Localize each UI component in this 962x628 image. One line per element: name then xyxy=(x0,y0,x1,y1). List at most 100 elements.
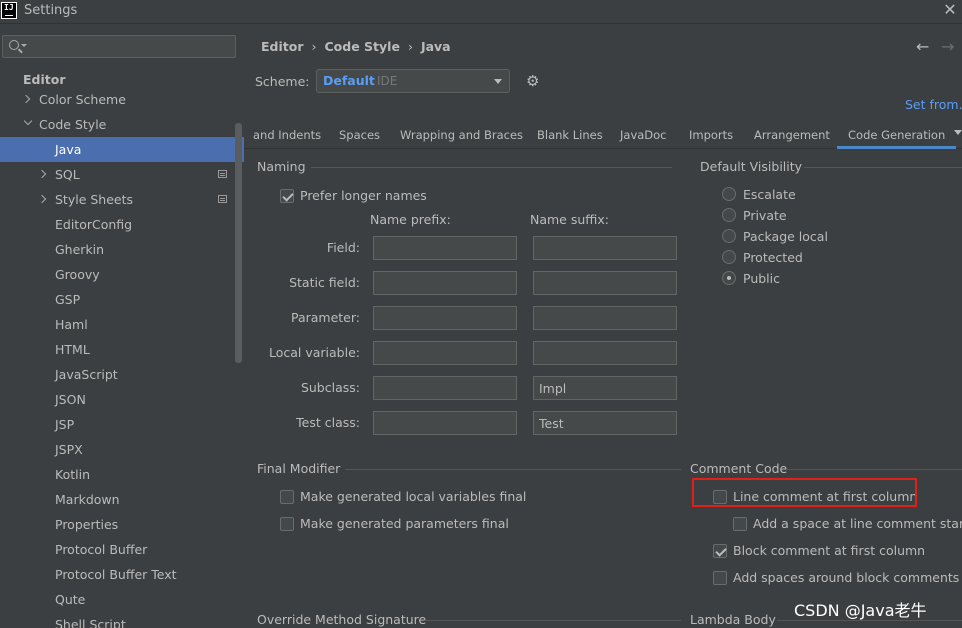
window-title: Settings xyxy=(24,3,78,18)
gear-icon[interactable]: ⚙ xyxy=(526,73,542,89)
visibility-package-local-radio[interactable] xyxy=(722,229,736,243)
tree-item-label: Shell Script xyxy=(55,617,126,628)
back-arrow-icon[interactable]: ← xyxy=(916,37,929,56)
tabs-overflow-icon[interactable] xyxy=(954,130,962,135)
tree-item-protocol-buffer-text[interactable]: Protocol Buffer Text xyxy=(0,562,244,587)
field-suffix-input[interactable] xyxy=(533,236,677,260)
tree-item-java[interactable]: Java xyxy=(0,137,244,162)
add-spaces-block-comments-checkbox[interactable] xyxy=(713,571,727,585)
tree-item-groovy[interactable]: Groovy xyxy=(0,262,244,287)
visibility-escalate-label: Escalate xyxy=(743,187,796,202)
annotation-highlight-box xyxy=(692,478,917,507)
project-scope-icon xyxy=(218,170,227,178)
subclass-label: Subclass: xyxy=(300,380,360,395)
chevron-right-icon[interactable] xyxy=(21,94,31,104)
tab-wrapping-and-braces[interactable]: Wrapping and Braces xyxy=(389,123,534,149)
tree-item-gherkin[interactable]: Gherkin xyxy=(0,237,244,262)
add-spaces-block-comments-label: Add spaces around block comments xyxy=(733,570,960,585)
static-field-prefix-input[interactable] xyxy=(373,271,517,295)
scheme-value: Default xyxy=(323,73,375,88)
breadcrumb-editor[interactable]: Editor xyxy=(261,39,304,54)
parameter-prefix-input[interactable] xyxy=(373,306,517,330)
tree-item-haml[interactable]: Haml xyxy=(0,312,244,337)
section-divider xyxy=(786,469,962,470)
tree-item-style-sheets[interactable]: Style Sheets xyxy=(0,187,244,212)
tree-item-label: EditorConfig xyxy=(55,217,133,232)
tree-item-sql[interactable]: SQL xyxy=(0,162,244,187)
visibility-escalate-radio[interactable] xyxy=(722,187,736,201)
tree-item-json[interactable]: JSON xyxy=(0,387,244,412)
visibility-protected-label: Protected xyxy=(743,250,803,265)
tab-spaces[interactable]: Spaces xyxy=(328,123,391,149)
chevron-down-icon xyxy=(494,79,502,84)
prefer-longer-names-label: Prefer longer names xyxy=(300,188,427,203)
tree-item-jsp[interactable]: JSP xyxy=(0,412,244,437)
tab-code-generation[interactable]: Code Generation xyxy=(837,123,957,149)
chevron-right-icon[interactable] xyxy=(37,169,47,179)
local-vars-final-checkbox[interactable] xyxy=(280,490,294,504)
tree-item-shell-script[interactable]: Shell Script xyxy=(0,612,244,628)
tree-item-protocol-buffer[interactable]: Protocol Buffer xyxy=(0,537,244,562)
chevron-right-icon[interactable] xyxy=(37,194,47,204)
local-variable-suffix-input[interactable] xyxy=(533,341,677,365)
sidebar-scrollbar[interactable] xyxy=(235,123,242,363)
tree-item-markdown[interactable]: Markdown xyxy=(0,487,244,512)
block-comment-first-column-checkbox[interactable] xyxy=(713,544,727,558)
tree-item-label: SQL xyxy=(55,167,80,182)
visibility-public-radio[interactable] xyxy=(722,271,736,285)
prefer-longer-names-checkbox[interactable] xyxy=(280,189,294,203)
tree-item-jspx[interactable]: JSPX xyxy=(0,437,244,462)
tree-item-kotlin[interactable]: Kotlin xyxy=(0,462,244,487)
tree-item-html[interactable]: HTML xyxy=(0,337,244,362)
tree-item-qute[interactable]: Qute xyxy=(0,587,244,612)
breadcrumb-java: Java xyxy=(420,39,451,54)
tree-item-label: Style Sheets xyxy=(55,192,134,207)
tree-item-color-scheme[interactable]: Color Scheme xyxy=(0,87,244,112)
block-comment-first-column-label: Block comment at first column xyxy=(733,543,926,558)
test-class-prefix-input[interactable] xyxy=(373,411,517,435)
tab-imports[interactable]: Imports xyxy=(678,123,744,149)
tab-blank-lines[interactable]: Blank Lines xyxy=(526,123,614,149)
breadcrumb-code-style[interactable]: Code Style xyxy=(325,39,400,54)
visibility-protected-radio[interactable] xyxy=(722,250,736,264)
tree-item-label: HTML xyxy=(55,342,90,357)
override-method-signature-title: Override Method Signature xyxy=(257,612,427,627)
visibility-public-label: Public xyxy=(743,271,780,286)
field-prefix-input[interactable] xyxy=(373,236,517,260)
tree-item-properties[interactable]: Properties xyxy=(0,512,244,537)
section-divider xyxy=(424,620,681,621)
tree-item-javascript[interactable]: JavaScript xyxy=(0,362,244,387)
close-icon[interactable]: ✕ xyxy=(942,0,958,20)
tree-item-label: Groovy xyxy=(55,267,100,282)
tree-item-editorconfig[interactable]: EditorConfig xyxy=(0,212,244,237)
add-space-line-comment-label: Add a space at line comment start xyxy=(753,516,962,531)
params-final-checkbox[interactable] xyxy=(280,517,294,531)
test-class-suffix-input[interactable] xyxy=(533,411,677,435)
breadcrumb-separator: › xyxy=(407,39,413,54)
set-from-link[interactable]: Set from... xyxy=(905,97,962,112)
tree-item-label: JSPX xyxy=(55,442,83,457)
tree-item-code-style[interactable]: Code Style xyxy=(0,112,244,137)
tab-arrangement[interactable]: Arrangement xyxy=(743,123,841,149)
tree-item-label: Protocol Buffer xyxy=(55,542,148,557)
subclass-prefix-input[interactable] xyxy=(373,376,517,400)
local-variable-prefix-input[interactable] xyxy=(373,341,517,365)
project-scope-icon xyxy=(218,195,227,203)
scheme-sub: IDE xyxy=(377,74,398,88)
parameter-suffix-input[interactable] xyxy=(533,306,677,330)
settings-search-input[interactable] xyxy=(2,35,236,58)
settings-main-panel: Editor › Code Style › Java ← → Scheme: Defau… xyxy=(244,25,962,628)
subclass-suffix-input[interactable] xyxy=(533,376,677,400)
static-field-suffix-input[interactable] xyxy=(533,271,677,295)
visibility-private-radio[interactable] xyxy=(722,208,736,222)
tab-javadoc[interactable]: JavaDoc xyxy=(609,123,678,149)
intellij-logo-icon: IJ xyxy=(1,2,17,19)
forward-arrow-icon[interactable]: → xyxy=(941,37,954,56)
local-vars-final-label: Make generated local variables final xyxy=(300,489,527,504)
tree-item-gsp[interactable]: GSP xyxy=(0,287,244,312)
scheme-dropdown[interactable]: Default IDE xyxy=(316,69,510,93)
chevron-down-icon[interactable] xyxy=(23,116,33,126)
tab-tabs-and-indents[interactable]: and Indents xyxy=(242,123,332,149)
add-space-line-comment-checkbox[interactable] xyxy=(733,517,747,531)
search-history-dropdown-icon[interactable] xyxy=(21,44,27,47)
